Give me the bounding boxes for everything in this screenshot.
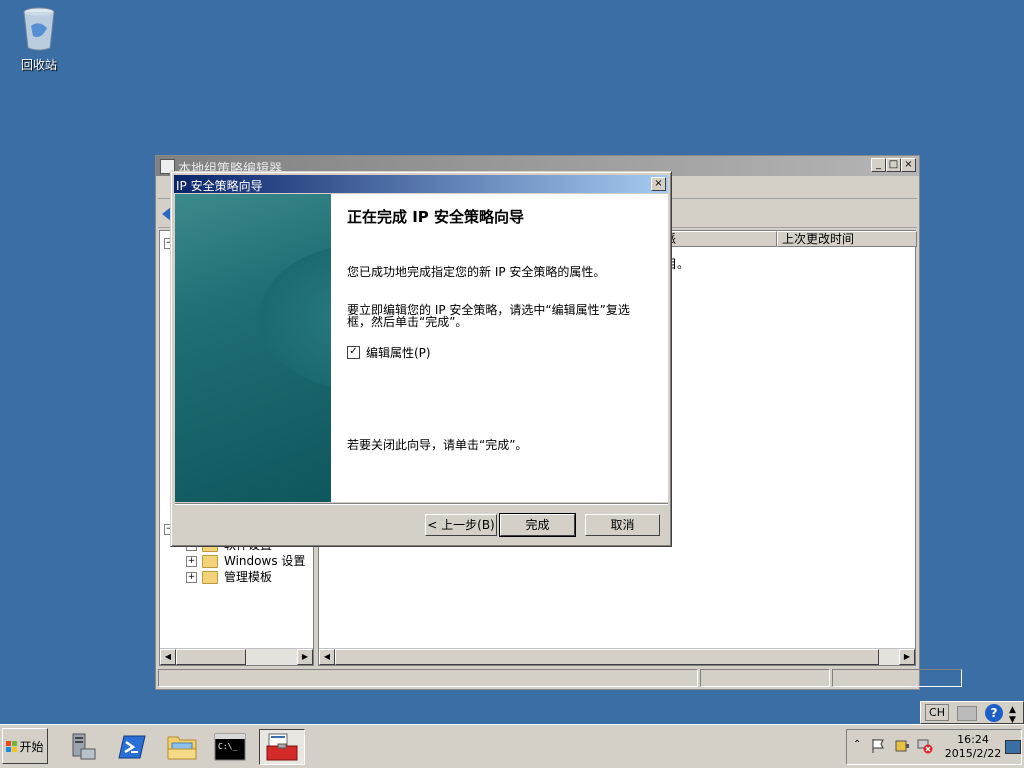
scroll-thumb[interactable]: [335, 649, 879, 665]
wizard-close-instructions: 若要关闭此向导，请单击“完成”。: [347, 438, 528, 452]
recycle-bin[interactable]: 回收站: [14, 6, 64, 73]
folder-icon: [167, 736, 197, 760]
scroll-thumb[interactable]: [176, 649, 246, 665]
wizard-banner-image: [175, 194, 331, 502]
language-bar: CH ? ▲ ▼: [920, 701, 1024, 725]
wizard-titlebar[interactable]: IP 安全策略向导 ×: [174, 175, 668, 193]
cancel-button[interactable]: 取消: [585, 514, 660, 536]
scroll-left-button[interactable]: ◀: [160, 649, 176, 665]
gpe-statusbar: [158, 669, 962, 687]
taskbar-file-explorer[interactable]: [162, 729, 202, 765]
details-horizontal-scrollbar[interactable]: ◀ ▶: [319, 648, 915, 665]
show-desktop-icon[interactable]: [1005, 740, 1021, 754]
start-label: 开始: [19, 739, 44, 754]
show-hidden-icons-button[interactable]: ⌃: [853, 739, 861, 750]
scroll-right-button[interactable]: ▶: [297, 649, 313, 665]
taskbar-powershell[interactable]: [112, 729, 152, 765]
scroll-left-button[interactable]: ◀: [319, 649, 335, 665]
language-bar-options-icon[interactable]: ▲ ▼: [1009, 705, 1016, 725]
wizard-separator: [175, 503, 668, 505]
taskbar-command-prompt[interactable]: C:\_: [210, 729, 250, 765]
ip-security-policy-wizard[interactable]: IP 安全策略向导 × 正在完成 IP 安全策略向导 您已成功地完成指定您的新 …: [170, 171, 672, 547]
wizard-success-text: 您已成功地完成指定您的新 IP 安全策略的属性。: [347, 265, 606, 279]
finish-button[interactable]: 完成: [499, 513, 576, 537]
action-center-flag-icon[interactable]: [871, 738, 885, 754]
help-icon[interactable]: ?: [985, 704, 1003, 722]
wizard-content: 正在完成 IP 安全策略向导 您已成功地完成指定您的新 IP 安全策略的属性。 …: [331, 194, 668, 502]
notification-area: ⌃ 16:24 2015/2/22: [846, 729, 1022, 765]
back-button[interactable]: < 上一步(B): [425, 514, 497, 536]
taskbar-server-manager[interactable]: [62, 729, 102, 765]
network-disconnected-icon[interactable]: [917, 738, 933, 754]
clock-time: 16:24: [957, 733, 989, 746]
scroll-right-button[interactable]: ▶: [899, 649, 915, 665]
recycle-bin-icon: [21, 6, 57, 52]
wizard-edit-instructions: 要立即编辑您的 IP 安全策略，请选中“编辑属性”复选框，然后单击“完成”。: [347, 303, 630, 329]
server-manager-icon: [72, 733, 96, 760]
column-header-last-modified[interactable]: 上次更改时间: [777, 231, 917, 247]
minimize-button[interactable]: _: [871, 158, 886, 172]
folder-icon: [202, 571, 218, 584]
taskbar-group-policy-editor[interactable]: [259, 729, 305, 765]
command-prompt-icon: C:\_: [214, 733, 246, 761]
tree-item-admin-templates[interactable]: + 管理模板: [186, 569, 272, 585]
input-language-indicator[interactable]: CH: [925, 704, 949, 721]
keyboard-icon[interactable]: [957, 706, 977, 721]
power-icon[interactable]: [895, 738, 911, 754]
recycle-bin-label: 回收站: [20, 58, 57, 72]
svg-text:C:\_: C:\_: [218, 742, 237, 751]
wizard-title: IP 安全策略向导: [176, 179, 263, 193]
start-button[interactable]: 开始: [2, 728, 48, 764]
folder-icon: [202, 555, 218, 568]
system-clock[interactable]: 16:24 2015/2/22: [943, 733, 1003, 761]
edit-properties-row[interactable]: ✓ 编辑属性(P): [347, 344, 431, 361]
edit-properties-checkbox[interactable]: ✓: [347, 346, 360, 359]
tree-item-windows-settings[interactable]: + Windows 设置: [186, 553, 305, 569]
windows-logo-icon: [6, 740, 18, 752]
edit-properties-label: 编辑属性(P): [366, 346, 431, 360]
tree-horizontal-scrollbar[interactable]: ◀ ▶: [160, 648, 313, 665]
close-button[interactable]: ×: [901, 158, 916, 172]
maximize-button[interactable]: □: [886, 158, 901, 172]
wizard-close-button[interactable]: ×: [651, 177, 666, 191]
toolbox-icon: [266, 733, 298, 761]
clock-date: 2015/2/22: [944, 747, 1002, 760]
column-header-assigned[interactable]: 派: [659, 231, 777, 247]
desktop: 回收站 本地组策略编辑器 _ □ × − − +软件设置 +Windows 设置: [0, 0, 1024, 725]
powershell-icon: [118, 735, 146, 759]
wizard-heading: 正在完成 IP 安全策略向导: [347, 208, 525, 226]
taskbar: 开始 C:\_ ⌃ 16:24 2015/2/22: [0, 724, 1024, 768]
